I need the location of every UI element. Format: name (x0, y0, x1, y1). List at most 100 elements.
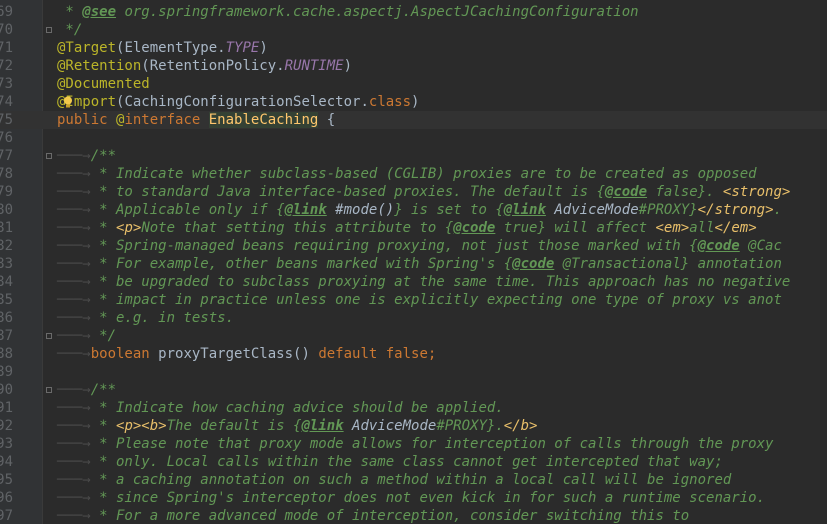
code-line[interactable]: 73 @Documented (0, 75, 827, 93)
code-line[interactable]: 93 ───→ * Please note that proxy mode all… (0, 435, 827, 453)
code-editor[interactable]: 69 * @see org.springframework.cache.aspe… (0, 0, 827, 524)
code-line[interactable]: 74 @Import(CachingConfigurationSelector.c… (0, 93, 827, 111)
indent-marker: ───→ (57, 220, 91, 236)
code-line[interactable]: 86 ───→ * e.g. in tests. (0, 309, 827, 327)
line-number: 81 (0, 220, 13, 236)
line-number: 77 (0, 148, 13, 164)
code-token: false}. (647, 184, 723, 200)
fold-marker-icon[interactable] (46, 27, 52, 33)
line-number: 79 (0, 184, 13, 200)
code-line[interactable]: 70 */ (0, 21, 827, 39)
code-line[interactable]: 82 ───→ * Spring-managed beans requiring … (0, 237, 827, 255)
code-token: * be upgraded to subclass proxying at th… (90, 274, 791, 290)
code-text: ───→ */ (57, 327, 116, 345)
code-token: interface (124, 112, 209, 128)
intention-bulb-icon[interactable] (63, 96, 73, 108)
code-line[interactable]: 75 public @interface EnableCaching { (0, 111, 827, 129)
code-line[interactable]: 96 ───→ * since Spring's interceptor does… (0, 489, 827, 507)
code-token: * to standard Java interface-based proxi… (90, 184, 597, 200)
code-line[interactable]: 80 ───→ * Applicable only if {@link #mode… (0, 201, 827, 219)
fold-marker-icon[interactable] (46, 333, 52, 339)
code-text: ───→ * <p><b>The default is {@link Advic… (57, 417, 537, 435)
code-text: ───→ * a caching annotation on such a me… (57, 471, 731, 489)
code-text: ───→/** (57, 381, 116, 399)
code-text: ───→boolean proxyTargetClass() default f… (57, 345, 436, 363)
line-number: 87 (0, 328, 13, 344)
code-text: ───→ * e.g. in tests. (57, 309, 234, 327)
line-number: 90 (0, 382, 13, 398)
line-number: 75 (0, 112, 13, 128)
code-text: @Target(ElementType.TYPE) (57, 39, 268, 57)
line-number: 85 (0, 292, 13, 308)
code-line[interactable]: 94 ───→ * only. Local calls within the sa… (0, 453, 827, 471)
code-token: @see (82, 4, 117, 20)
code-line[interactable]: 97 ───→ * For a more advanced mode of int… (0, 507, 827, 524)
code-text: @Documented (57, 75, 150, 93)
code-token: org.springframework.cache.aspectj.Aspect… (116, 4, 639, 20)
code-line[interactable]: 85 ───→ * impact in practice unless one i… (0, 291, 827, 309)
code-token: * Indicate how caching advice should be … (90, 400, 504, 416)
code-line[interactable]: 79 ───→ * to standard Java interface-base… (0, 183, 827, 201)
code-token: #PROXY}. (436, 418, 504, 434)
code-line[interactable]: 91 ───→ * Indicate how caching advice sho… (0, 399, 827, 417)
code-token: @code (604, 184, 648, 200)
code-token: RUNTIME (284, 58, 344, 74)
code-line[interactable]: 90 ───→/** (0, 381, 827, 399)
code-token: @Target (57, 40, 117, 56)
indent-marker: ───→ (57, 166, 91, 182)
line-number: 83 (0, 256, 13, 272)
code-line[interactable]: 81 ───→ * <p>Note that setting this attri… (0, 219, 827, 237)
code-text: ───→ * Spring-managed beans requiring pr… (57, 237, 782, 255)
code-token: ) (259, 40, 268, 56)
code-line[interactable]: 76 (0, 129, 827, 147)
code-token: * For a more advanced mode of intercepti… (90, 508, 690, 524)
code-line[interactable]: 95 ───→ * a caching annotation on such a … (0, 471, 827, 489)
code-line[interactable]: 71 @Target(ElementType.TYPE) (0, 39, 827, 57)
line-number: 86 (0, 310, 13, 326)
line-number: 88 (0, 346, 13, 362)
code-token: all (689, 220, 715, 236)
line-number: 78 (0, 166, 13, 182)
line-number: 97 (0, 508, 13, 524)
line-number: 95 (0, 472, 13, 488)
indent-marker: ───→ (57, 238, 91, 254)
fold-marker-icon[interactable] (46, 387, 52, 393)
indent-marker: ───→ (57, 292, 91, 308)
indent-marker: ───→ (57, 148, 91, 164)
code-line[interactable]: 87 ───→ */ (0, 327, 827, 345)
line-number: 71 (0, 40, 13, 56)
code-token: () (293, 346, 319, 362)
indent-marker: ───→ (57, 454, 91, 470)
code-line[interactable]: 84 ───→ * be upgraded to subclass proxyin… (0, 273, 827, 291)
code-line[interactable]: 88 ───→boolean proxyTargetClass() default… (0, 345, 827, 363)
code-token: <p><b> (116, 418, 167, 434)
code-text: * @see org.springframework.cache.aspectj… (57, 3, 639, 21)
code-token: * e.g. in tests. (90, 310, 235, 326)
code-token: * (57, 4, 83, 20)
indent-marker: ───→ (57, 508, 91, 524)
line-number: 69 (0, 4, 13, 20)
code-line[interactable]: 83 ───→ * For example, other beans marked… (0, 255, 827, 273)
code-token: /** (90, 382, 117, 398)
code-token: @link (284, 202, 327, 218)
code-token: */ (57, 22, 83, 38)
fold-marker-icon[interactable] (46, 153, 52, 159)
code-token: * impact in practice unless one is expli… (90, 292, 782, 308)
indent-marker: ───→ (57, 184, 91, 200)
code-line[interactable]: 77 ───→/** (0, 147, 827, 165)
code-text: ───→ * Indicate whether subclass-based (… (57, 165, 757, 183)
line-number: 82 (0, 238, 13, 254)
code-token: { (318, 112, 336, 128)
code-token: /** (90, 148, 117, 164)
code-line[interactable]: 92 ───→ * <p><b>The default is {@link Adv… (0, 417, 827, 435)
line-number: 73 (0, 76, 13, 92)
code-token: * (90, 220, 117, 236)
code-token: (RetentionPolicy. (141, 58, 285, 74)
code-token: * For example, other beans marked with S… (90, 256, 513, 272)
code-text: ───→ * impact in practice unless one is … (57, 291, 782, 309)
code-line[interactable]: 89 (0, 363, 827, 381)
code-line[interactable]: 78 ───→ * Indicate whether subclass-based… (0, 165, 827, 183)
code-line[interactable]: 72 @Retention(RetentionPolicy.RUNTIME) (0, 57, 827, 75)
code-token: @link (503, 202, 546, 218)
code-line[interactable]: 69 * @see org.springframework.cache.aspe… (0, 3, 827, 21)
